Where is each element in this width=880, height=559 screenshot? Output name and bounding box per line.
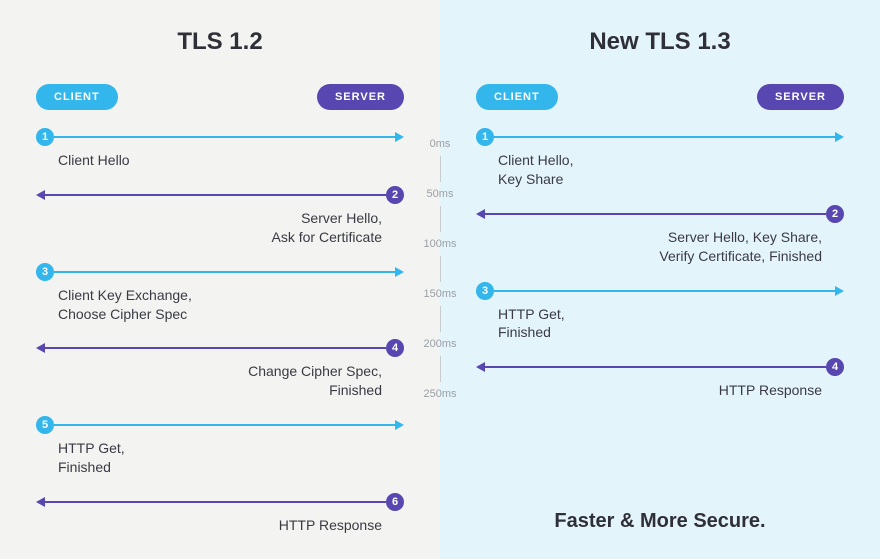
- arrow-left-icon: [36, 190, 45, 200]
- client-badge: CLIENT: [36, 84, 118, 110]
- step-label: Client Key Exchange, Choose Cipher Spec: [36, 286, 404, 324]
- tls12-step-2: 2 Server Hello, Ask for Certificate: [36, 186, 404, 247]
- step-number-badge: 4: [826, 358, 844, 376]
- tls12-steps: 1 Client Hello 2 Server Hello, Ask for Cert…: [36, 128, 404, 535]
- tls12-step-4: 4 Change Cipher Spec, Finished: [36, 339, 404, 400]
- tls12-step-3: 3 Client Key Exchange, Choose Cipher Spec: [36, 263, 404, 324]
- step-number-badge: 2: [826, 205, 844, 223]
- step-arrow: 3: [36, 263, 404, 281]
- arrow-left-icon: [476, 209, 485, 219]
- step-number-badge: 2: [386, 186, 404, 204]
- step-line: [485, 366, 826, 368]
- step-arrow: 6: [36, 493, 404, 511]
- timeline-tick: 100ms: [410, 238, 470, 288]
- tls13-panel: New TLS 1.3 CLIENT SERVER 1 Client Hello,…: [440, 0, 880, 559]
- step-number-badge: 3: [36, 263, 54, 281]
- step-line: [45, 194, 386, 196]
- arrow-left-icon: [36, 343, 45, 353]
- tls13-steps: 1 Client Hello, Key Share 2 Server Hello, K…: [476, 128, 844, 400]
- tls13-step-4: 4 HTTP Response: [476, 358, 844, 400]
- step-arrow: 1: [476, 128, 844, 146]
- tls12-step-6: 6 HTTP Response: [36, 493, 404, 535]
- tls13-title: New TLS 1.3: [476, 28, 844, 56]
- step-arrow: 1: [36, 128, 404, 146]
- tls12-step-5: 5 HTTP Get, Finished: [36, 416, 404, 477]
- step-number-badge: 1: [36, 128, 54, 146]
- timeline-tick: 150ms: [410, 288, 470, 338]
- tls13-badges: CLIENT SERVER: [476, 84, 844, 110]
- tls12-title: TLS 1.2: [36, 28, 404, 56]
- step-label: HTTP Get, Finished: [36, 439, 404, 477]
- step-line: [54, 424, 395, 426]
- step-arrow: 4: [36, 339, 404, 357]
- step-line: [494, 136, 835, 138]
- step-arrow: 5: [36, 416, 404, 434]
- tagline: Faster & More Secure.: [476, 510, 844, 533]
- step-arrow: 2: [476, 205, 844, 223]
- client-badge: CLIENT: [476, 84, 558, 110]
- arrow-right-icon: [835, 132, 844, 142]
- step-label: HTTP Response: [36, 516, 404, 535]
- step-arrow: 3: [476, 282, 844, 300]
- timeline-tick: 250ms: [410, 388, 470, 438]
- tls13-step-2: 2 Server Hello, Key Share, Verify Certifi…: [476, 205, 844, 266]
- server-badge: SERVER: [757, 84, 844, 110]
- tls12-panel: TLS 1.2 CLIENT SERVER 1 Client Hello 2 Serv…: [0, 0, 440, 559]
- timeline-tick: 0ms: [410, 138, 470, 188]
- tls12-badges: CLIENT SERVER: [36, 84, 404, 110]
- step-label: Server Hello, Key Share, Verify Certific…: [476, 228, 844, 266]
- step-line: [485, 213, 826, 215]
- arrow-right-icon: [395, 267, 404, 277]
- step-label: Server Hello, Ask for Certificate: [36, 209, 404, 247]
- step-number-badge: 5: [36, 416, 54, 434]
- tls13-step-1: 1 Client Hello, Key Share: [476, 128, 844, 189]
- server-badge: SERVER: [317, 84, 404, 110]
- arrow-right-icon: [395, 132, 404, 142]
- step-line: [494, 290, 835, 292]
- step-arrow: 2: [36, 186, 404, 204]
- step-number-badge: 3: [476, 282, 494, 300]
- arrow-right-icon: [835, 286, 844, 296]
- step-label: HTTP Response: [476, 381, 844, 400]
- step-line: [54, 271, 395, 273]
- step-label: Client Hello, Key Share: [476, 151, 844, 189]
- timeline-tick: 50ms: [410, 188, 470, 238]
- step-arrow: 4: [476, 358, 844, 376]
- timeline-axis: 0ms50ms100ms150ms200ms250ms: [410, 138, 470, 438]
- step-number-badge: 1: [476, 128, 494, 146]
- step-label: HTTP Get, Finished: [476, 305, 844, 343]
- step-line: [45, 347, 386, 349]
- step-number-badge: 4: [386, 339, 404, 357]
- step-number-badge: 6: [386, 493, 404, 511]
- tls12-step-1: 1 Client Hello: [36, 128, 404, 170]
- step-line: [54, 136, 395, 138]
- step-line: [45, 501, 386, 503]
- step-label: Change Cipher Spec, Finished: [36, 362, 404, 400]
- timeline-tick: 200ms: [410, 338, 470, 388]
- arrow-right-icon: [395, 420, 404, 430]
- arrow-left-icon: [476, 362, 485, 372]
- arrow-left-icon: [36, 497, 45, 507]
- step-label: Client Hello: [36, 151, 404, 170]
- tls13-step-3: 3 HTTP Get, Finished: [476, 282, 844, 343]
